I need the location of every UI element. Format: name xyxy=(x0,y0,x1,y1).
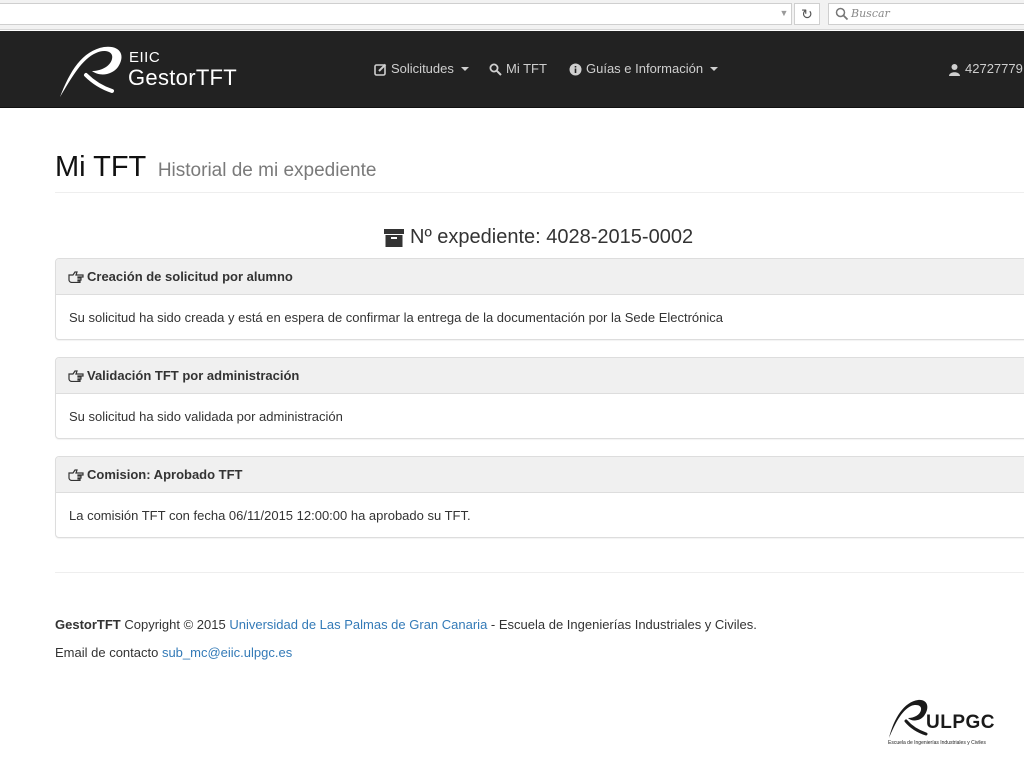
panel-text: La comisión TFT con fecha 06/11/2015 12:… xyxy=(69,507,471,523)
edit-icon xyxy=(374,63,387,76)
footer-divider xyxy=(55,572,1024,573)
page-title-text: Mi TFT xyxy=(55,151,146,183)
footer-copyright: GestorTFT Copyright © 2015 Universidad d… xyxy=(55,617,757,632)
nav-solicitudes[interactable]: Solicitudes xyxy=(374,58,469,80)
email-link[interactable]: sub_mc@eiic.ulpgc.es xyxy=(162,645,292,660)
url-bar[interactable] xyxy=(0,3,792,25)
history-panel: Creación de solicitud por alumno Su soli… xyxy=(55,258,1024,340)
footer-school: - Escuela de Ingenierías Industriales y … xyxy=(487,617,757,632)
search-icon xyxy=(489,63,502,76)
reload-icon: ↻ xyxy=(801,6,813,22)
logo-name-text: GestorTFT xyxy=(128,65,238,90)
nav-user-label: 42727779 xyxy=(965,61,1023,76)
panel-text: Su solicitud ha sido creada y está en es… xyxy=(69,309,723,325)
header-divider xyxy=(55,192,1024,193)
info-icon xyxy=(569,63,582,75)
nav-guias[interactable]: Guías e Información xyxy=(569,58,719,80)
panel-body: La comisión TFT con fecha 06/11/2015 12:… xyxy=(56,493,1024,537)
footer-brand: GestorTFT xyxy=(55,617,121,632)
nav-mi-tft-label: Mi TFT xyxy=(506,61,547,76)
footer-copyright-text: Copyright © 2015 xyxy=(120,617,230,632)
user-icon xyxy=(949,63,960,76)
ulpgc-subtitle: Escuela de Ingenierías Industriales y Ci… xyxy=(888,740,986,746)
panel-title: Comision: Aprobado TFT xyxy=(87,467,243,482)
chevron-down-icon xyxy=(710,67,719,71)
panel-header: Comision: Aprobado TFT xyxy=(56,457,1024,493)
panel-body: Su solicitud ha sido creada y está en es… xyxy=(56,295,1024,339)
gestortft-logo[interactable]: EIIC GestorTFT xyxy=(56,41,246,101)
browser-toolbar: ▼ ↻ Buscar xyxy=(0,0,1024,30)
nav-solicitudes-label: Solicitudes xyxy=(391,61,454,76)
panel-header: Creación de solicitud por alumno xyxy=(56,259,1024,295)
nav-mi-tft[interactable]: Mi TFT xyxy=(489,58,547,80)
expediente-number: Nº expediente: 4028-2015-0002 xyxy=(410,226,694,248)
hand-point-right-icon xyxy=(68,468,84,481)
expediente-heading: Nº expediente: 4028-2015-0002 xyxy=(384,226,693,249)
page-title: Mi TFT Historial de mi expediente xyxy=(55,151,376,184)
ulpgc-word: ULPGC xyxy=(926,712,995,733)
navbar: EIIC GestorTFT Solicitudes Mi TFT Guías … xyxy=(0,31,1024,108)
browser-search-input[interactable]: Buscar xyxy=(828,3,1024,25)
search-icon xyxy=(835,7,849,21)
university-link[interactable]: Universidad de Las Palmas de Gran Canari… xyxy=(229,617,487,632)
hand-point-right-icon xyxy=(68,270,84,283)
ulpgc-swoosh-icon xyxy=(889,699,928,738)
panel-title: Creación de solicitud por alumno xyxy=(87,269,293,284)
logo-swoosh-icon xyxy=(60,46,122,97)
history-panel: Comision: Aprobado TFT La comisión TFT c… xyxy=(55,456,1024,538)
logo-eiic-text: EIIC xyxy=(129,49,161,66)
nav-user[interactable]: 42727779 xyxy=(948,58,1024,80)
panel-text: Su solicitud ha sido validada por admini… xyxy=(69,408,343,424)
page-subtitle: Historial de mi expediente xyxy=(157,160,377,181)
url-dropdown-icon[interactable]: ▼ xyxy=(778,7,790,19)
hand-point-right-icon xyxy=(68,369,84,382)
ulpgc-logo: ULPGC Escuela de Ingenierías Industriale… xyxy=(886,696,1016,752)
footer-contact: Email de contacto sub_mc@eiic.ulpgc.es xyxy=(55,645,292,660)
chevron-down-icon xyxy=(460,67,469,71)
nav-guias-label: Guías e Información xyxy=(586,61,704,76)
search-placeholder: Buscar xyxy=(851,7,890,20)
email-label: Email de contacto xyxy=(55,645,162,660)
archive-icon xyxy=(384,228,404,247)
panel-body: Su solicitud ha sido validada por admini… xyxy=(56,394,1024,438)
history-panel: Validación TFT por administración Su sol… xyxy=(55,357,1024,439)
panel-title: Validación TFT por administración xyxy=(87,368,300,383)
reload-button[interactable]: ↻ xyxy=(794,3,820,25)
panel-header: Validación TFT por administración xyxy=(56,358,1024,394)
